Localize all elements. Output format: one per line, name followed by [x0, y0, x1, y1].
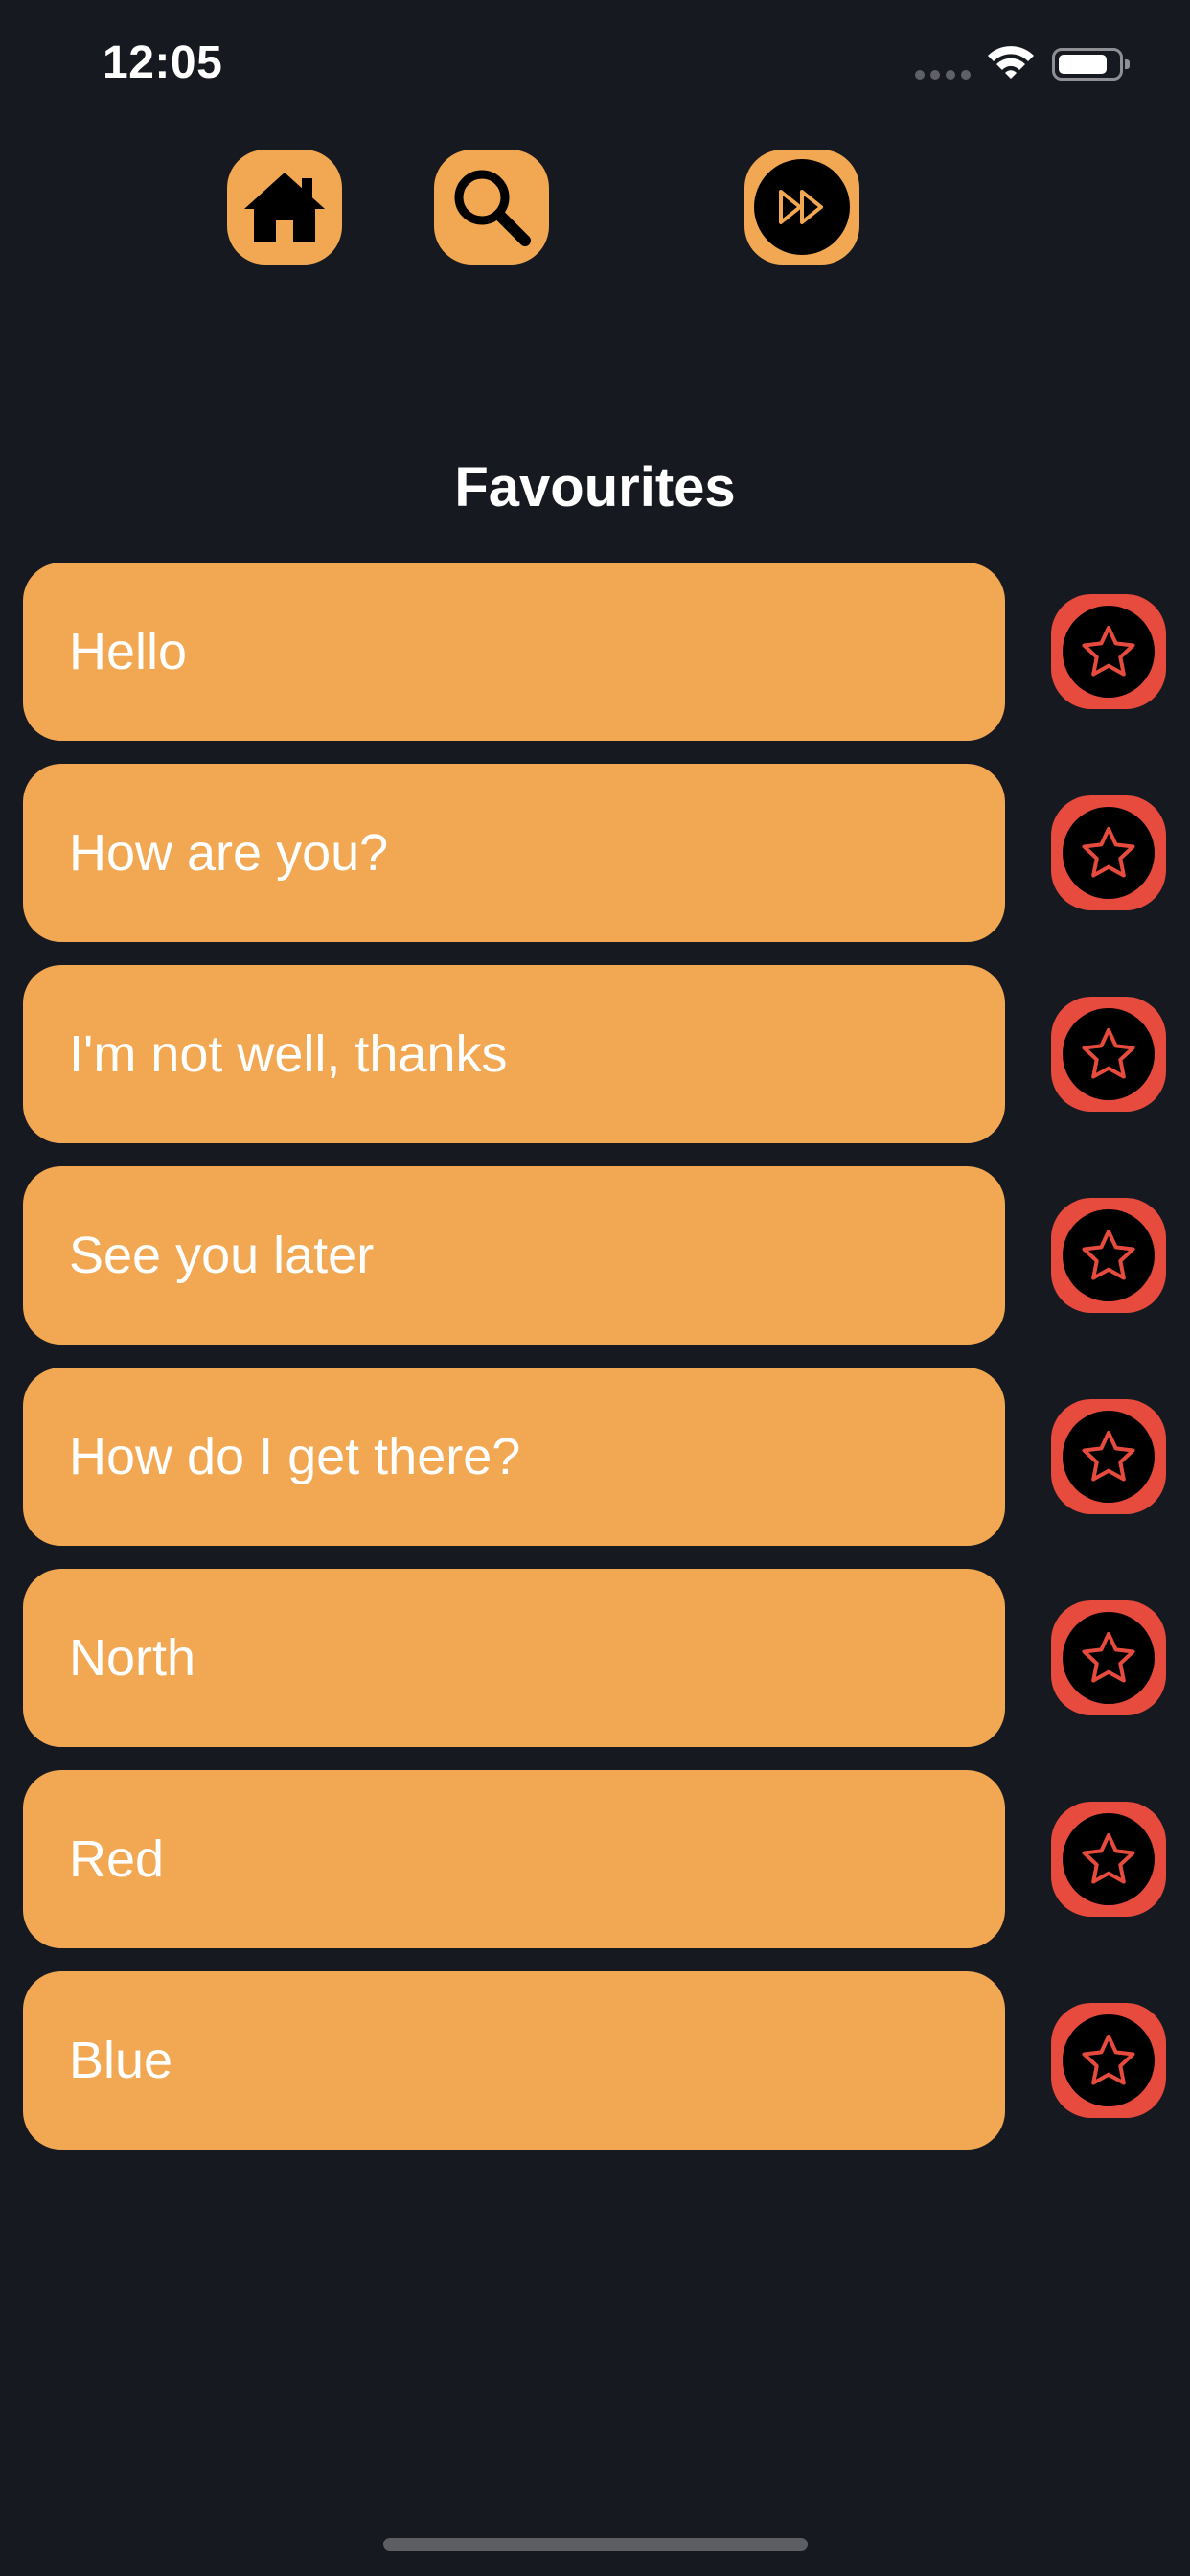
list-item: Red — [0, 1770, 1190, 1948]
favourite-toggle-circle — [1063, 2014, 1155, 2106]
favourite-toggle-button[interactable] — [1051, 1399, 1166, 1514]
list-item: North — [0, 1569, 1190, 1747]
favourite-toggle-circle — [1063, 807, 1155, 899]
favourites-list: Hello How are you? I'm not well, thanks See… — [0, 563, 1190, 2173]
favourite-toggle-circle — [1063, 1411, 1155, 1503]
home-icon — [244, 172, 325, 242]
favourite-toggle-circle — [1063, 606, 1155, 698]
list-item: How do I get there? — [0, 1368, 1190, 1546]
fast-forward-icon — [779, 190, 823, 224]
phrase-button[interactable]: How are you? — [23, 764, 1005, 942]
favourite-toggle-circle — [1063, 1008, 1155, 1100]
list-item: How are you? — [0, 764, 1190, 942]
wifi-icon — [988, 46, 1034, 79]
fast-forward-button[interactable] — [744, 150, 859, 264]
cellular-signal-icon — [915, 70, 971, 80]
phrase-button[interactable]: See you later — [23, 1166, 1005, 1345]
list-item: See you later — [0, 1166, 1190, 1345]
status-time: 12:05 — [103, 37, 223, 88]
favourite-toggle-circle — [1063, 1209, 1155, 1301]
star-icon — [1082, 1230, 1135, 1280]
favourite-toggle-button[interactable] — [1051, 1198, 1166, 1313]
list-item: Blue — [0, 1971, 1190, 2150]
list-item: Hello — [0, 563, 1190, 741]
star-icon — [1082, 1028, 1135, 1079]
favourite-toggle-button[interactable] — [1051, 795, 1166, 910]
favourite-toggle-circle — [1063, 1612, 1155, 1704]
phrase-button[interactable]: Blue — [23, 1971, 1005, 2150]
home-indicator[interactable] — [383, 2538, 808, 2551]
star-icon — [1082, 2035, 1135, 2085]
star-icon — [1082, 1431, 1135, 1482]
search-button[interactable] — [434, 150, 549, 264]
star-icon — [1082, 827, 1135, 878]
phrase-button[interactable]: I'm not well, thanks — [23, 965, 1005, 1143]
favourite-toggle-circle — [1063, 1813, 1155, 1905]
star-icon — [1082, 626, 1135, 677]
home-button[interactable] — [227, 150, 342, 264]
favourite-toggle-button[interactable] — [1051, 1600, 1166, 1715]
phrase-button[interactable]: How do I get there? — [23, 1368, 1005, 1546]
phrase-button[interactable]: Hello — [23, 563, 1005, 741]
page-title: Favourites — [454, 456, 736, 518]
star-icon — [1082, 1833, 1135, 1884]
favourite-toggle-button[interactable] — [1051, 594, 1166, 709]
list-item: I'm not well, thanks — [0, 965, 1190, 1143]
star-icon — [1082, 1632, 1135, 1683]
phrase-button[interactable]: Red — [23, 1770, 1005, 1948]
favourite-toggle-button[interactable] — [1051, 1802, 1166, 1917]
search-icon — [454, 170, 531, 246]
phrase-button[interactable]: North — [23, 1569, 1005, 1747]
fast-forward-circle — [754, 159, 850, 255]
favourite-toggle-button[interactable] — [1051, 997, 1166, 1112]
battery-icon — [1052, 48, 1130, 80]
favourite-toggle-button[interactable] — [1051, 2003, 1166, 2118]
